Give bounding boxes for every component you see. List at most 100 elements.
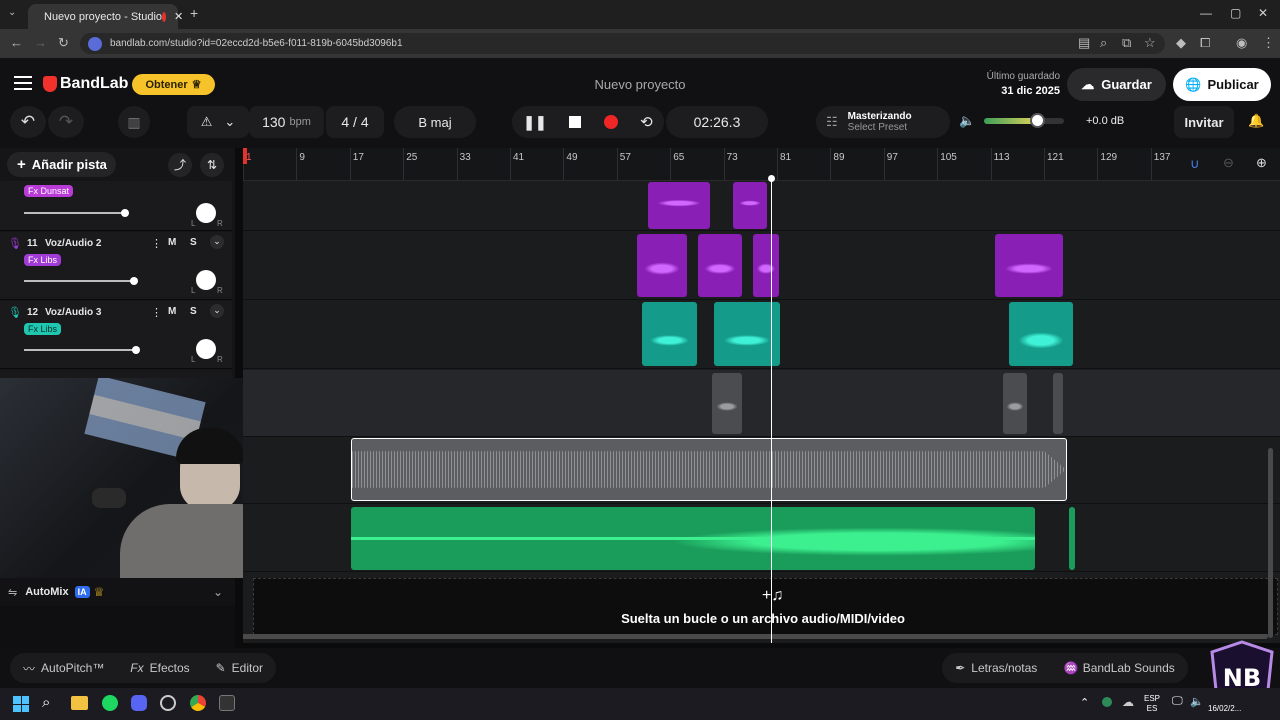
snap-magnet-icon[interactable]: ∪ (1190, 156, 1200, 172)
pan-knob[interactable] (196, 270, 216, 290)
lane[interactable] (243, 504, 1280, 572)
close-window-icon[interactable]: ✕ (1258, 6, 1268, 20)
speaker-icon[interactable]: 🔈 (959, 113, 975, 129)
mute-button[interactable]: M (168, 237, 176, 248)
autopitch-button[interactable]: 〰 AutoPitch™ (23, 660, 104, 677)
volume-slider[interactable] (24, 349, 136, 351)
zoom-out-icon[interactable]: ⊖ (1223, 155, 1234, 171)
spotify-icon[interactable] (102, 695, 118, 711)
track-row[interactable]: 🎙 12 Voz/Audio 3 ⋮ M S ⌄ Fx Libs L R (0, 301, 232, 369)
save-button[interactable]: ☁ Guardar (1067, 68, 1166, 101)
solo-button[interactable]: S (190, 306, 197, 317)
volume-tray-icon[interactable]: 🔈 (1190, 695, 1204, 708)
track-name[interactable]: Voz/Audio 2 (45, 238, 101, 249)
extensions-puzzle-icon[interactable]: ⧠ (1200, 35, 1210, 51)
publish-button[interactable]: 🌐 Publicar (1173, 68, 1271, 101)
tempo-field[interactable]: 130 bpm (249, 106, 324, 138)
project-title[interactable]: Nuevo proyecto (560, 77, 720, 92)
site-info-icon[interactable] (88, 36, 102, 51)
audio-clip-selected[interactable] (351, 438, 1067, 501)
chrome-icon[interactable] (190, 695, 206, 711)
zoom-in-icon[interactable]: ⊕ (1256, 155, 1267, 171)
loop-icon[interactable]: ⟲ (640, 113, 653, 131)
volume-slider-knob[interactable] (132, 346, 140, 354)
horizontal-scrollbar[interactable] (243, 634, 1268, 639)
pause-icon[interactable]: ❚❚ (523, 114, 546, 131)
chevron-down-icon[interactable]: ⌄ (213, 585, 223, 599)
audio-clip[interactable] (648, 182, 710, 229)
tray-cloud-icon[interactable]: ☁ (1122, 695, 1134, 709)
lane[interactable] (243, 437, 1280, 504)
fx-tag[interactable]: Fx Dunsat (24, 185, 74, 197)
minimize-icon[interactable]: — (1200, 6, 1212, 20)
tab-close-icon[interactable]: ✕ (174, 10, 183, 23)
audio-clip[interactable] (753, 234, 779, 297)
editor-button[interactable]: ✎ Editor (216, 661, 263, 675)
time-signature-field[interactable]: 4 / 4 (326, 106, 384, 138)
back-icon[interactable]: ← (10, 35, 23, 50)
audio-clip[interactable] (637, 234, 687, 297)
forward-icon[interactable]: → (34, 35, 47, 50)
playhead-handle[interactable] (768, 175, 775, 182)
master-volume-slider[interactable] (984, 113, 1064, 128)
keyboard-icon[interactable]: ▥ (118, 106, 150, 138)
fx-tag[interactable]: Fx Libs (24, 254, 62, 266)
mastering-selector[interactable]: ☷ Masterizando Select Preset (816, 106, 950, 138)
undo-icon[interactable]: ↶ (10, 106, 46, 138)
get-button[interactable]: Obtener ♕ (132, 74, 215, 95)
volume-slider-knob[interactable] (130, 277, 138, 285)
timeline[interactable]: 1 9 17 25 33 41 49 57 65 73 81 89 97 105 113 121 129 137 … (243, 148, 1280, 643)
reload-icon[interactable]: ↻ (58, 35, 69, 51)
bookmark-icon[interactable]: ☆ (1144, 35, 1156, 51)
pan-knob[interactable] (196, 339, 216, 359)
search-icon[interactable]: ⌕ (42, 694, 50, 711)
playhead[interactable] (771, 178, 772, 643)
zoom-icon[interactable]: ⌕ (1100, 35, 1107, 51)
lane[interactable] (243, 370, 1280, 437)
audio-clip[interactable] (733, 182, 767, 229)
chevron-down-icon[interactable]: ⌄ (210, 235, 224, 249)
tray-app-icon[interactable] (1102, 697, 1112, 707)
track-options-icon[interactable]: ⋮ (151, 237, 162, 250)
reader-icon[interactable]: ▤ (1078, 35, 1090, 51)
tab-list-icon[interactable]: ⌄ (8, 7, 16, 18)
volume-slider[interactable] (24, 280, 134, 282)
bandlab-logo[interactable]: BandLab (43, 75, 128, 93)
ruler[interactable]: 1 9 17 25 33 41 49 57 65 73 81 89 97 105 113 121 129 137 … (243, 148, 1280, 181)
mute-button[interactable]: M (168, 306, 176, 317)
track-row[interactable]: Fx Dunsat L R (0, 181, 232, 231)
stop-icon[interactable] (569, 116, 582, 128)
file-explorer-icon[interactable] (71, 696, 88, 710)
volume-knob[interactable] (1030, 113, 1045, 128)
solo-button[interactable]: S (190, 237, 197, 248)
lane[interactable] (243, 232, 1280, 300)
browser-menu-icon[interactable]: ⋮ (1262, 35, 1275, 51)
audio-clip[interactable] (1009, 302, 1073, 366)
volume-slider[interactable] (24, 212, 124, 214)
browser-tab[interactable]: Nuevo proyecto - Studio ✕ (28, 4, 183, 29)
record-icon[interactable] (603, 115, 618, 129)
collapse-tracks-icon[interactable]: ⇅ (200, 153, 224, 177)
discord-icon[interactable] (131, 695, 147, 711)
chevron-down-icon[interactable]: ⌄ (210, 304, 224, 318)
lane[interactable] (243, 301, 1280, 369)
drop-zone[interactable]: +♫ Suelta un bucle o un archivo audio/MI… (253, 578, 1278, 635)
audio-clip[interactable] (698, 234, 742, 297)
track-name[interactable]: Voz/Audio 3 (45, 307, 101, 318)
new-tab-button[interactable]: + (190, 5, 198, 21)
effects-button[interactable]: Fx Efectos (130, 661, 189, 675)
loop-start-marker[interactable] (243, 148, 247, 164)
windows-start-icon[interactable] (13, 696, 29, 712)
notifications-bell-icon[interactable]: 🔔 (1248, 113, 1264, 129)
audio-clip[interactable] (995, 234, 1063, 297)
fx-tag[interactable]: Fx Libs (24, 323, 62, 335)
tray-chevron-icon[interactable]: ⌃ (1080, 696, 1089, 709)
hamburger-menu-icon[interactable] (14, 76, 32, 90)
audio-clip[interactable] (642, 302, 697, 366)
pan-knob[interactable] (196, 203, 216, 223)
add-track-button[interactable]: + Añadir pista (7, 152, 116, 177)
extension-icon[interactable]: ◆ (1176, 35, 1186, 51)
time-display[interactable]: 02:26.3 (666, 106, 768, 138)
audio-clip[interactable] (351, 507, 1035, 570)
track-options-icon[interactable]: ⋮ (151, 306, 162, 319)
